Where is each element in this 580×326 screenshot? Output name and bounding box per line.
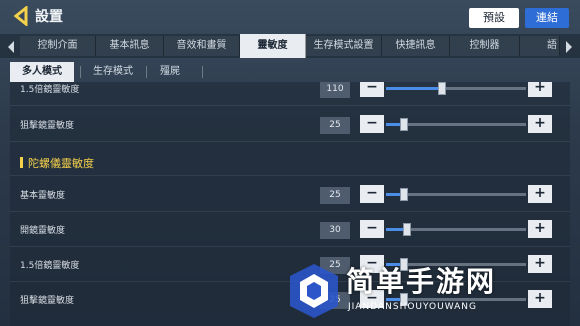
slider-fill: [386, 87, 442, 90]
link-button[interactable]: 連結: [525, 8, 569, 28]
tab-sensitivity[interactable]: 靈敏度: [240, 34, 306, 58]
row-label: 開鏡靈敏度: [20, 226, 66, 236]
value-box[interactable]: 110: [320, 82, 350, 98]
tab-survival-settings[interactable]: 生存模式設置: [306, 36, 382, 56]
subtab-divider: [202, 66, 203, 78]
tab-language[interactable]: 語: [520, 36, 560, 56]
value-box[interactable]: 25: [320, 187, 350, 204]
row-divider: [10, 211, 570, 212]
decrease-button[interactable]: −: [360, 185, 384, 203]
slider-knob[interactable]: [438, 82, 446, 95]
row-divider: [10, 246, 570, 247]
increase-button[interactable]: +: [528, 82, 552, 97]
page-title: 設置: [35, 9, 63, 25]
watermark-text: 简单手游网: [346, 265, 497, 298]
row-label: 1.5倍鏡靈敏度: [20, 85, 80, 95]
increase-button[interactable]: +: [528, 115, 552, 133]
decrease-button[interactable]: −: [360, 220, 384, 238]
increase-button[interactable]: +: [528, 220, 552, 238]
row-label: 狙擊鏡靈敏度: [20, 121, 75, 131]
slider[interactable]: [386, 188, 526, 201]
site-watermark: 简单手游网 JIANDANSHOUYOUWANG: [288, 258, 580, 326]
subtab-zombies[interactable]: 殭屍: [148, 62, 192, 82]
back-icon[interactable]: [12, 4, 32, 28]
row-divider: [10, 141, 570, 142]
row-label: 基本靈敏度: [20, 191, 66, 201]
subtab-divider: [146, 66, 147, 78]
tab-quick-messages[interactable]: 快捷訊息: [382, 36, 450, 56]
subtab-multiplayer[interactable]: 多人模式: [10, 62, 74, 82]
tab-right-arrow-icon[interactable]: [564, 39, 574, 53]
slider-knob[interactable]: [400, 188, 409, 201]
watermark-subtext: JIANDANSHOUYOUWANG: [348, 302, 477, 312]
watermark-logo-icon: [288, 262, 340, 320]
gyro-section-header: 陀螺儀靈敏度: [10, 148, 570, 176]
slider-knob[interactable]: [400, 118, 409, 131]
decrease-button[interactable]: −: [360, 115, 384, 133]
subtab-divider: [80, 66, 81, 78]
slider[interactable]: [386, 82, 526, 95]
section-marker: [20, 157, 23, 168]
value-box[interactable]: 25: [320, 117, 350, 134]
increase-button[interactable]: +: [528, 185, 552, 203]
tab-left-arrow-icon[interactable]: [6, 39, 16, 53]
row-label: 1.5倍鏡靈敏度: [20, 261, 80, 271]
gyro-row-ads: 開鏡靈敏度 30 − +: [10, 213, 570, 247]
subtab-survival[interactable]: 生存模式: [82, 62, 144, 82]
section-title: 陀螺儀靈敏度: [28, 157, 94, 170]
tab-audio-graphics[interactable]: 音效和畫質: [164, 36, 240, 56]
tab-basic-info[interactable]: 基本訊息: [96, 36, 164, 56]
row-divider: [10, 175, 570, 176]
row-label: 狙擊鏡靈敏度: [20, 296, 75, 306]
tab-controller[interactable]: 控制器: [450, 36, 520, 56]
value-box[interactable]: 30: [320, 222, 350, 239]
slider[interactable]: [386, 118, 526, 131]
top-bar: 設置 預設 連結: [0, 0, 580, 34]
scope-row-1.5x: 1.5倍鏡靈敏度 110 − +: [10, 82, 570, 106]
main-tabs: 控制介面 基本訊息 音效和畫質 靈敏度 生存模式設置 快捷訊息 控制器 語: [0, 34, 580, 58]
decrease-button[interactable]: −: [360, 82, 384, 97]
slider[interactable]: [386, 223, 526, 236]
tab-controls[interactable]: 控制介面: [20, 36, 96, 56]
scope-row-sniper: 狙擊鏡靈敏度 25 − +: [10, 108, 570, 142]
row-divider: [10, 105, 570, 106]
preset-button[interactable]: 預設: [469, 8, 519, 28]
slider-knob[interactable]: [403, 223, 411, 236]
gyro-row-basic: 基本靈敏度 25 − +: [10, 178, 570, 212]
